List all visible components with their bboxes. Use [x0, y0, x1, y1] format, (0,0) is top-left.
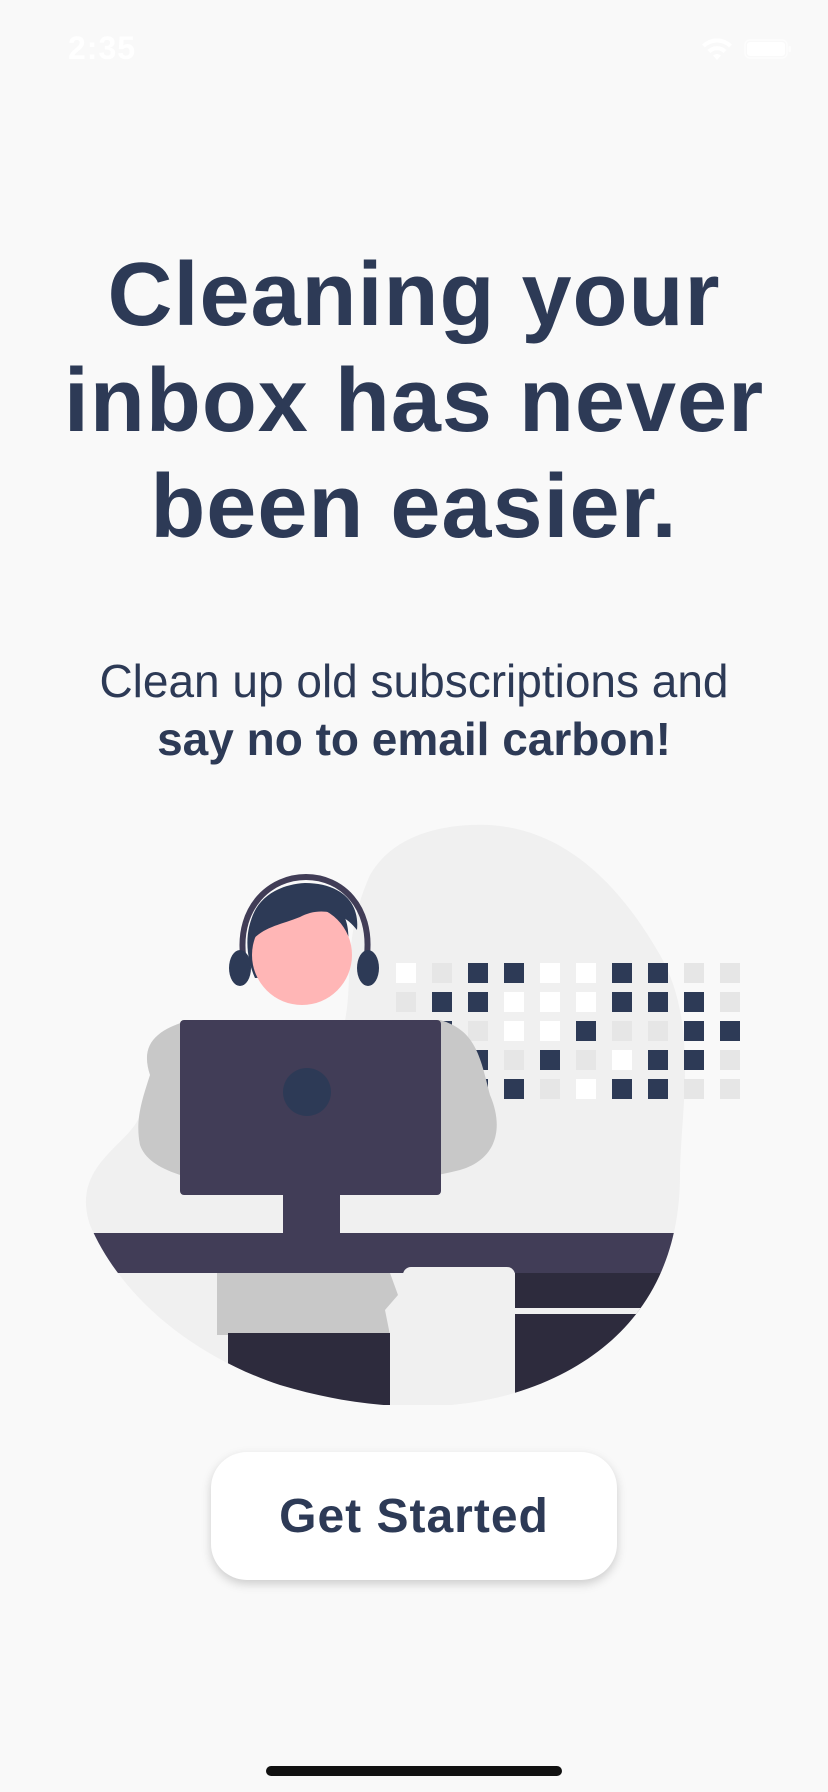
headline-line-1: Cleaning your — [107, 245, 721, 345]
subheadline-bold: say no to email carbon! — [157, 713, 671, 765]
headline-line-2: inbox has never — [63, 351, 765, 451]
get-started-button[interactable]: Get Started — [211, 1452, 617, 1580]
subheadline: Clean up old subscriptions and say no to… — [0, 652, 828, 768]
battery-icon — [744, 39, 791, 59]
status-time: 2:35 — [68, 30, 137, 66]
home-indicator[interactable] — [266, 1766, 562, 1776]
subheadline-regular: Clean up old subscriptions and — [99, 655, 729, 707]
wifi-icon — [702, 38, 732, 60]
person-at-computer-illustration — [85, 824, 740, 1405]
headline: Cleaning your inbox has never been easie… — [0, 242, 828, 560]
headline-line-3: been easier. — [150, 457, 678, 557]
status-bar: 2:35 — [0, 0, 828, 100]
